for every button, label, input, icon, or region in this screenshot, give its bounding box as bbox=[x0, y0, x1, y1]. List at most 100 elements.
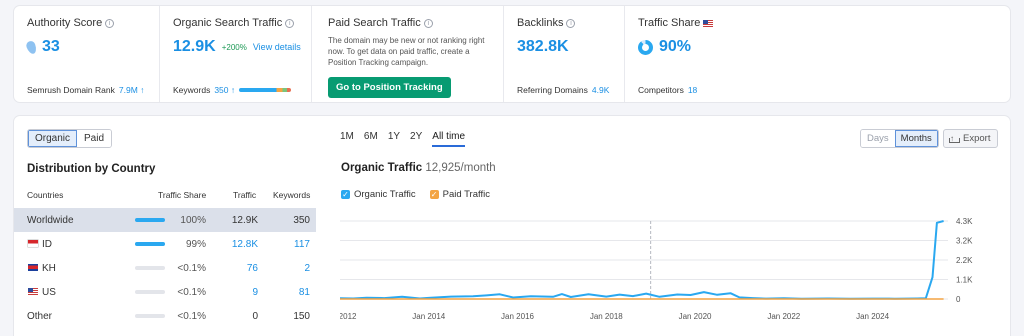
keywords-distribution-bar bbox=[239, 88, 292, 92]
traffic-share-value: <0.1% bbox=[177, 287, 206, 298]
traffic-value: 12.9K bbox=[231, 215, 258, 226]
traffic-value: 0 bbox=[252, 311, 258, 322]
authority-shield-icon bbox=[25, 39, 38, 55]
backlinks-title: Backlinks bbox=[517, 17, 564, 29]
chart-title-text: Organic Traffic bbox=[341, 162, 423, 174]
keywords-value[interactable]: 117 bbox=[294, 239, 310, 250]
x-tick-label: Jan 2020 bbox=[679, 312, 712, 321]
traffic-share-value: <0.1% bbox=[177, 263, 206, 274]
go-to-position-tracking-button[interactable]: Go to Position Tracking bbox=[328, 77, 451, 98]
traffic-share-bar bbox=[135, 290, 165, 294]
tab-paid[interactable]: Paid bbox=[77, 130, 112, 147]
table-row[interactable]: KH <0.1% 76 2 bbox=[14, 256, 316, 280]
keywords-value[interactable]: 2 bbox=[304, 263, 310, 274]
keywords-label: Keywords bbox=[173, 85, 211, 95]
keywords-value[interactable]: 81 bbox=[299, 287, 310, 298]
column-header-countries: Countries bbox=[27, 190, 64, 200]
traffic-share-bar bbox=[135, 314, 165, 318]
referring-domains-value[interactable]: 4.9K bbox=[592, 85, 610, 95]
overview-card: Organic Paid Distribution by Country Cou… bbox=[14, 116, 1010, 336]
info-icon[interactable]: i bbox=[423, 18, 433, 28]
x-tick-label: Jan 2022 bbox=[767, 312, 800, 321]
country-name[interactable]: US bbox=[42, 287, 56, 298]
us-flag-icon bbox=[28, 288, 38, 295]
legend-paid[interactable]: ✓ Paid Traffic bbox=[429, 189, 490, 200]
traffic-share-donut-icon bbox=[638, 39, 653, 55]
days-button[interactable]: Days bbox=[861, 130, 895, 147]
column-header-keywords[interactable]: Keywords bbox=[273, 190, 310, 200]
id-flag-icon bbox=[28, 240, 38, 247]
metrics-card: Authority Score i 33 Semrush Domain Rank 7… bbox=[14, 6, 1010, 102]
kh-flag-icon bbox=[28, 264, 38, 271]
range-1y[interactable]: 1Y bbox=[388, 131, 400, 147]
backlinks-panel: Backlinks i 382.8K Referring Domains 4.9K bbox=[503, 6, 624, 102]
tab-organic[interactable]: Organic bbox=[28, 130, 78, 147]
y-tick-label: 4.3K bbox=[956, 217, 973, 226]
info-icon[interactable]: i bbox=[285, 18, 295, 28]
authority-score-title: Authority Score bbox=[27, 17, 103, 29]
chart-legend: ✓ Organic Traffic ✓ Paid Traffic bbox=[341, 189, 490, 200]
organic-traffic-delta: +200% bbox=[221, 42, 247, 52]
table-row[interactable]: Worldwide 100% 12.9K 350 bbox=[14, 208, 316, 232]
checkbox-icon[interactable]: ✓ bbox=[429, 190, 439, 199]
x-tick-label: Jan 2016 bbox=[501, 312, 534, 321]
checkbox-icon[interactable]: ✓ bbox=[341, 190, 350, 199]
competitors-label: Competitors bbox=[638, 85, 684, 95]
range-2y[interactable]: 2Y bbox=[410, 131, 422, 147]
traffic-share-bar bbox=[135, 242, 165, 246]
y-tick-label: 1.1K bbox=[956, 276, 973, 285]
organic-traffic-value[interactable]: 12.9K bbox=[173, 38, 216, 56]
granularity-toggle: Days Months bbox=[860, 129, 939, 148]
column-header-traffic[interactable]: Traffic bbox=[233, 190, 256, 200]
domain-rank-value[interactable]: 7.9M ↑ bbox=[119, 85, 145, 95]
legend-organic-label: Organic Traffic bbox=[354, 189, 416, 200]
view-details-link[interactable]: View details bbox=[253, 42, 301, 52]
keywords-value: 350 bbox=[293, 215, 310, 226]
country-name[interactable]: KH bbox=[42, 263, 56, 274]
authority-score-value[interactable]: 33 bbox=[42, 38, 60, 56]
range-all-time[interactable]: All time bbox=[432, 131, 466, 147]
country-name[interactable]: ID bbox=[42, 239, 52, 250]
x-tick-label: Jan 2024 bbox=[856, 312, 889, 321]
x-tick-label: Jan 2014 bbox=[412, 312, 445, 321]
traffic-share-value: 100% bbox=[180, 215, 206, 226]
country-name: Other bbox=[27, 311, 53, 322]
organic-traffic-chart[interactable]: 4.3K 3.2K 2.2K 1.1K 0 Jan 2012 Jan 2014 Jan 201… bbox=[340, 213, 1010, 328]
traffic-value[interactable]: 12.8K bbox=[232, 239, 258, 250]
us-flag-icon bbox=[703, 19, 714, 27]
export-label: Export bbox=[963, 133, 991, 144]
table-row[interactable]: Other <0.1% 0 150 bbox=[14, 304, 316, 328]
traffic-value[interactable]: 76 bbox=[247, 263, 258, 274]
traffic-value[interactable]: 9 bbox=[252, 287, 258, 298]
organic-traffic-title: Organic Search Traffic bbox=[173, 17, 283, 29]
export-button[interactable]: Export bbox=[943, 129, 999, 148]
paid-traffic-panel: Paid Search Traffic i The domain may be n… bbox=[311, 6, 503, 102]
months-button[interactable]: Months bbox=[894, 130, 938, 147]
x-tick-label: Jan 2018 bbox=[590, 312, 623, 321]
traffic-type-tabs: Organic Paid bbox=[27, 129, 113, 148]
y-tick-label: 0 bbox=[956, 295, 961, 304]
keywords-value: 150 bbox=[293, 311, 310, 322]
domain-rank-label: Semrush Domain Rank bbox=[27, 85, 115, 95]
range-1m[interactable]: 1M bbox=[340, 131, 354, 147]
date-range-selector: 1M 6M 1Y 2Y All time bbox=[340, 131, 466, 147]
legend-paid-label: Paid Traffic bbox=[442, 189, 490, 200]
traffic-share-value[interactable]: 90% bbox=[659, 38, 691, 56]
info-icon[interactable]: i bbox=[566, 18, 576, 28]
referring-domains-label: Referring Domains bbox=[517, 85, 588, 95]
legend-organic[interactable]: ✓ Organic Traffic bbox=[341, 189, 416, 200]
chart-subtitle: 12,925/month bbox=[425, 162, 496, 174]
info-icon[interactable]: i bbox=[105, 18, 115, 28]
table-row[interactable]: US <0.1% 9 81 bbox=[14, 280, 316, 304]
chart-title: Organic Traffic 12,925/month bbox=[341, 162, 496, 174]
backlinks-value[interactable]: 382.8K bbox=[517, 38, 569, 56]
traffic-share-bar bbox=[135, 218, 165, 222]
keywords-value[interactable]: 350 ↑ bbox=[214, 85, 235, 95]
competitors-value[interactable]: 18 bbox=[688, 85, 697, 95]
traffic-share-title: Traffic Share bbox=[638, 17, 701, 29]
y-tick-label: 3.2K bbox=[956, 237, 973, 246]
paid-traffic-title: Paid Search Traffic bbox=[328, 17, 421, 29]
column-header-traffic-share[interactable]: Traffic Share bbox=[158, 190, 206, 200]
table-row[interactable]: ID 99% 12.8K 117 bbox=[14, 232, 316, 256]
range-6m[interactable]: 6M bbox=[364, 131, 378, 147]
